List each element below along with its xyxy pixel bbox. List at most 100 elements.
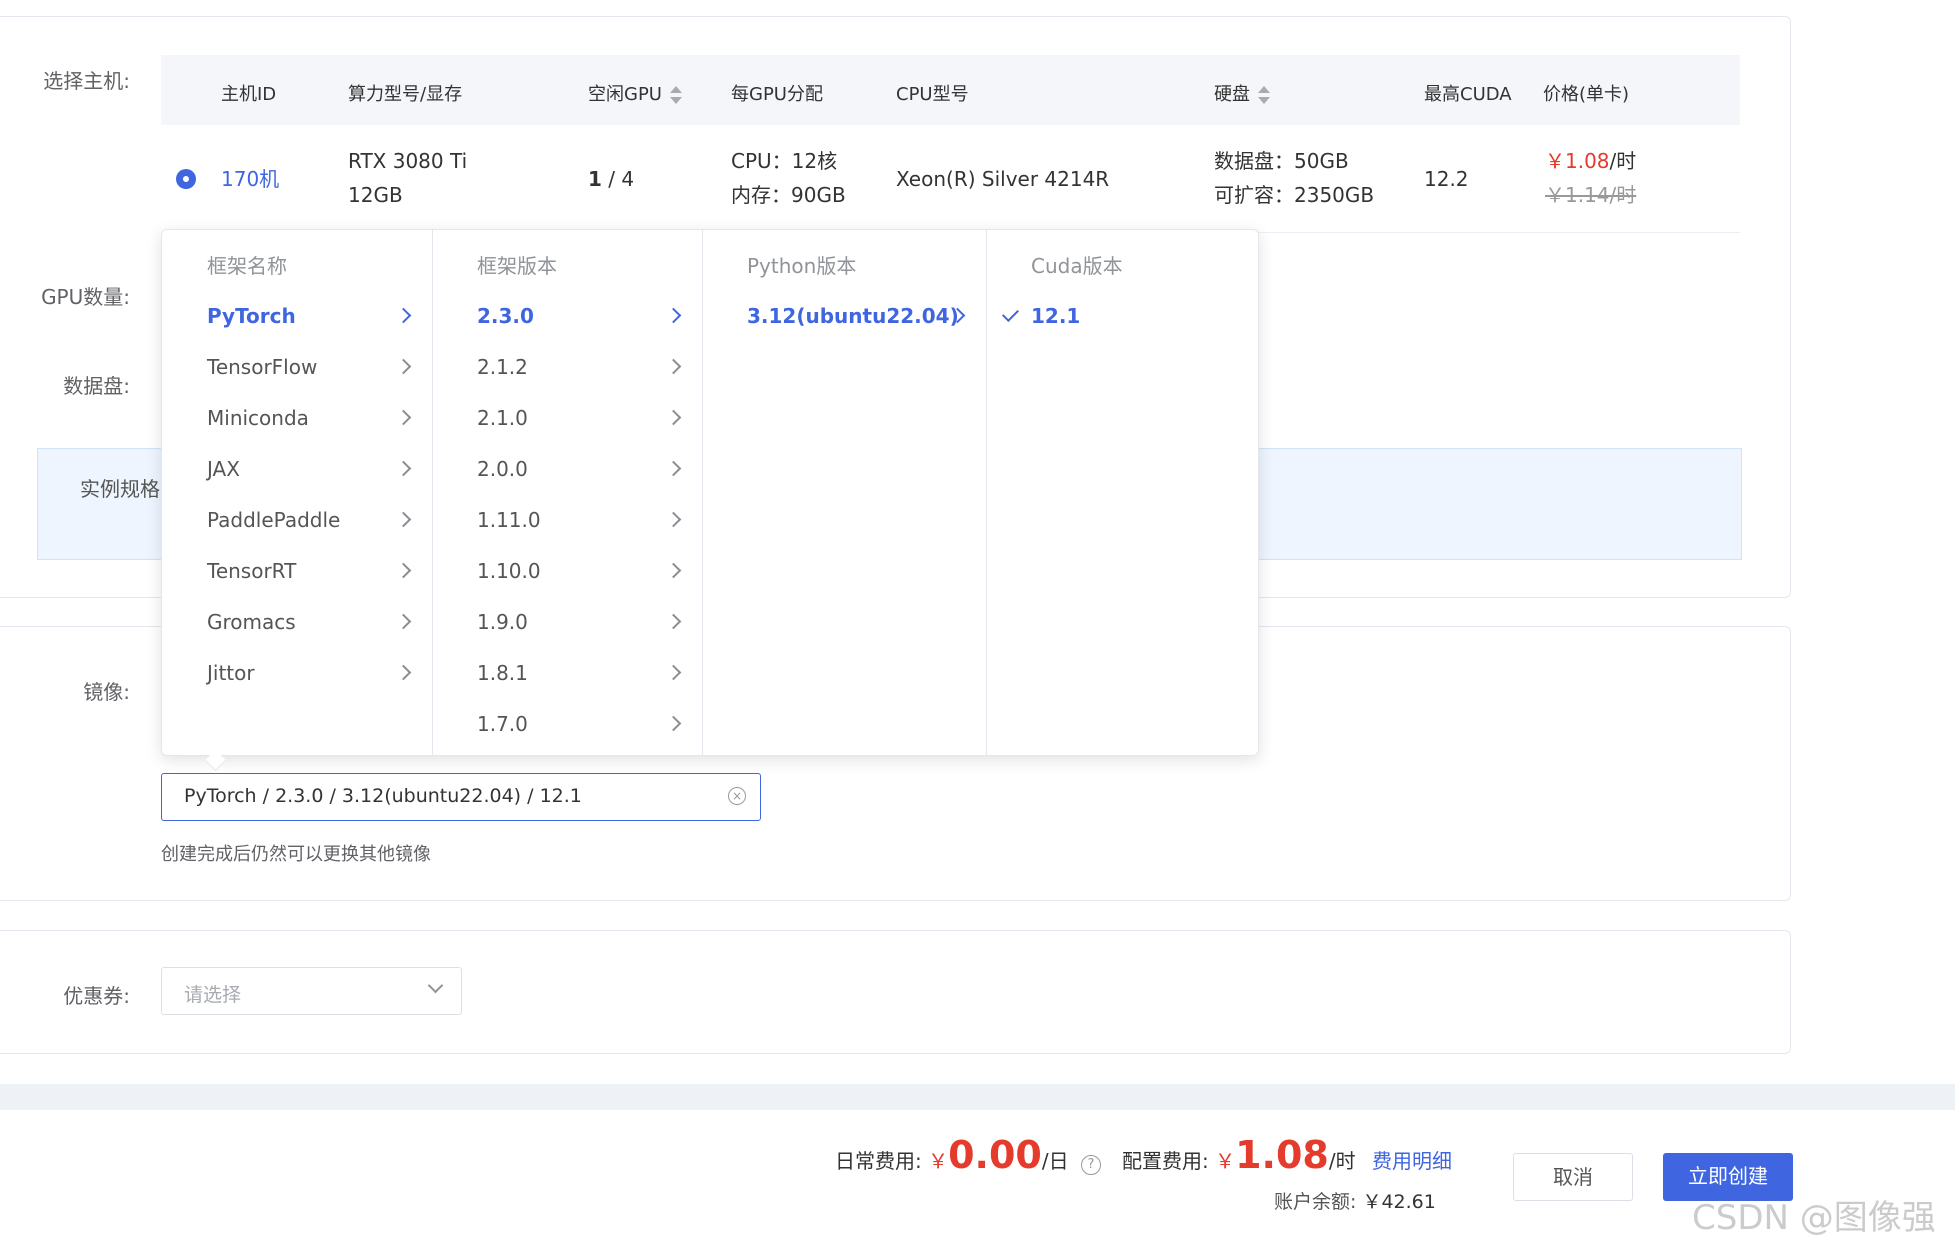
header-idle-gpu[interactable]: 空闲GPU <box>588 80 682 106</box>
version-option[interactable]: 2.1.2 <box>432 349 702 385</box>
header-disk-label: 硬盘 <box>1214 84 1250 105</box>
framework-option[interactable]: Jittor <box>162 655 432 691</box>
sort-icon[interactable] <box>1258 86 1270 104</box>
framework-option[interactable]: TensorFlow <box>162 349 432 385</box>
framework-option[interactable]: TensorRT <box>162 553 432 589</box>
host-radio-selected[interactable] <box>176 169 196 189</box>
idle-gpu-count: 1 / 4 <box>588 162 634 196</box>
chevron-right-icon <box>665 460 682 477</box>
framework-option-label: TensorFlow <box>207 355 318 379</box>
cuda-option[interactable]: 12.1 <box>986 298 1256 334</box>
chevron-right-icon <box>665 613 682 630</box>
version-option-label: 1.11.0 <box>477 508 541 532</box>
instance-spec-label: 实例规格 <box>80 477 160 501</box>
framework-option[interactable]: JAX <box>162 451 432 487</box>
version-option[interactable]: 2.1.0 <box>432 400 702 436</box>
version-column-title: 框架版本 <box>477 254 557 278</box>
daily-cost-unit: /日 <box>1041 1149 1069 1173</box>
version-option-label: 2.1.0 <box>477 406 528 430</box>
cancel-button[interactable]: 取消 <box>1513 1153 1633 1201</box>
framework-option-label: Jittor <box>207 661 255 685</box>
version-option[interactable]: 1.9.0 <box>432 604 702 640</box>
framework-option-label: TensorRT <box>207 559 297 583</box>
config-cost-label: 配置费用: <box>1122 1149 1209 1173</box>
account-balance: 账户余额: ￥42.61 <box>1274 1187 1436 1214</box>
price-unit: /时 <box>1609 149 1637 173</box>
python-option-label: 3.12(ubuntu22.04) <box>747 304 959 328</box>
python-option[interactable]: 3.12(ubuntu22.04) <box>702 298 986 334</box>
version-column: 框架版本 2.3.0 2.1.2 2.1.0 2.0.0 1.11.0 1.10.0 1.9… <box>432 230 703 755</box>
host-id-link[interactable]: 170机 <box>221 162 279 196</box>
header-host-id: 主机ID <box>221 84 277 105</box>
version-option-label: 1.9.0 <box>477 610 528 634</box>
framework-option-label: JAX <box>207 457 240 481</box>
sort-icon[interactable] <box>669 86 682 104</box>
watermark: CSDN @图像强 <box>1692 1198 1936 1238</box>
coupon-label: 优惠券: <box>63 984 130 1008</box>
header-disk[interactable]: 硬盘 <box>1214 80 1270 106</box>
framework-option[interactable]: Miniconda <box>162 400 432 436</box>
config-cost-currency: ￥ <box>1215 1149 1236 1173</box>
framework-column-title: 框架名称 <box>207 254 287 278</box>
coupon-select[interactable]: 请选择 <box>161 967 462 1015</box>
framework-column: 框架名称 PyTorch TensorFlow Miniconda JAX Paddle… <box>162 230 433 755</box>
chevron-right-icon <box>665 715 682 732</box>
framework-option[interactable]: Gromacs <box>162 604 432 640</box>
image-hint: 创建完成后仍然可以更换其他镜像 <box>161 844 431 865</box>
select-host-label: 选择主机: <box>43 69 130 93</box>
framework-option[interactable]: PaddlePaddle <box>162 502 432 538</box>
config-cost-unit: /时 <box>1328 1149 1356 1173</box>
chevron-right-icon <box>665 358 682 375</box>
version-option[interactable]: 1.7.0 <box>432 706 702 742</box>
version-option[interactable]: 1.10.0 <box>432 553 702 589</box>
chevron-right-icon <box>395 613 412 630</box>
framework-option-label: Gromacs <box>207 610 296 634</box>
image-cascader-input[interactable]: PyTorch / 2.3.0 / 3.12(ubuntu22.04) / 12… <box>161 773 761 821</box>
fee-detail-link[interactable]: 费用明细 <box>1372 1149 1452 1173</box>
chevron-right-icon <box>395 511 412 528</box>
price: ￥1.08/时 <box>1545 144 1636 178</box>
chevron-right-icon <box>665 409 682 426</box>
version-option-label: 2.3.0 <box>477 304 534 328</box>
cpu-cores: CPU：12核 <box>731 149 838 173</box>
framework-option[interactable]: PyTorch <box>162 298 432 334</box>
idle-gpu-total: / 4 <box>601 167 635 191</box>
version-option[interactable]: 1.8.1 <box>432 655 702 691</box>
version-option-label: 1.10.0 <box>477 559 541 583</box>
python-column: Python版本 3.12(ubuntu22.04) <box>702 230 987 755</box>
version-option[interactable]: 2.0.0 <box>432 451 702 487</box>
original-price: ￥1.14/时 <box>1545 183 1637 207</box>
framework-option-label: PyTorch <box>207 304 296 328</box>
cuda-option-label: 12.1 <box>1031 304 1081 328</box>
footer-divider <box>0 1084 1955 1110</box>
chevron-down-icon <box>427 977 444 994</box>
version-option[interactable]: 1.11.0 <box>432 502 702 538</box>
clear-icon[interactable]: × <box>728 787 746 805</box>
help-icon[interactable]: ? <box>1080 1155 1101 1175</box>
gpu-vram: 12GB <box>348 183 403 207</box>
chevron-right-icon <box>395 358 412 375</box>
data-disk: 数据盘：50GB <box>1214 149 1349 173</box>
data-disk-label: 数据盘: <box>63 374 130 398</box>
version-option[interactable]: 2.3.0 <box>432 298 702 334</box>
coupon-placeholder: 请选择 <box>184 984 242 1006</box>
max-cuda: 12.2 <box>1424 167 1469 191</box>
framework-option-label: PaddlePaddle <box>207 508 341 532</box>
daily-cost-currency: ￥ <box>928 1149 949 1173</box>
image-value: PyTorch / 2.3.0 / 3.12(ubuntu22.04) / 12… <box>184 785 582 807</box>
framework-option-label: Miniconda <box>207 406 309 430</box>
price-value: ￥1.08 <box>1545 149 1610 173</box>
chevron-right-icon <box>665 511 682 528</box>
daily-cost: 日常费用: ￥0.00/日 ? <box>835 1125 1101 1191</box>
chevron-right-icon <box>395 307 412 324</box>
chevron-right-icon <box>665 664 682 681</box>
version-option-label: 1.7.0 <box>477 712 528 736</box>
balance-label: 账户余额: <box>1274 1191 1357 1213</box>
version-option-label: 2.0.0 <box>477 457 528 481</box>
gpu-count-label: GPU数量: <box>41 285 130 309</box>
version-option-label: 1.8.1 <box>477 661 528 685</box>
header-per-gpu: 每GPU分配 <box>731 84 823 105</box>
image-label: 镜像: <box>83 680 130 704</box>
header-gpu-model: 算力型号/显存 <box>348 84 463 105</box>
chevron-right-icon <box>395 409 412 426</box>
